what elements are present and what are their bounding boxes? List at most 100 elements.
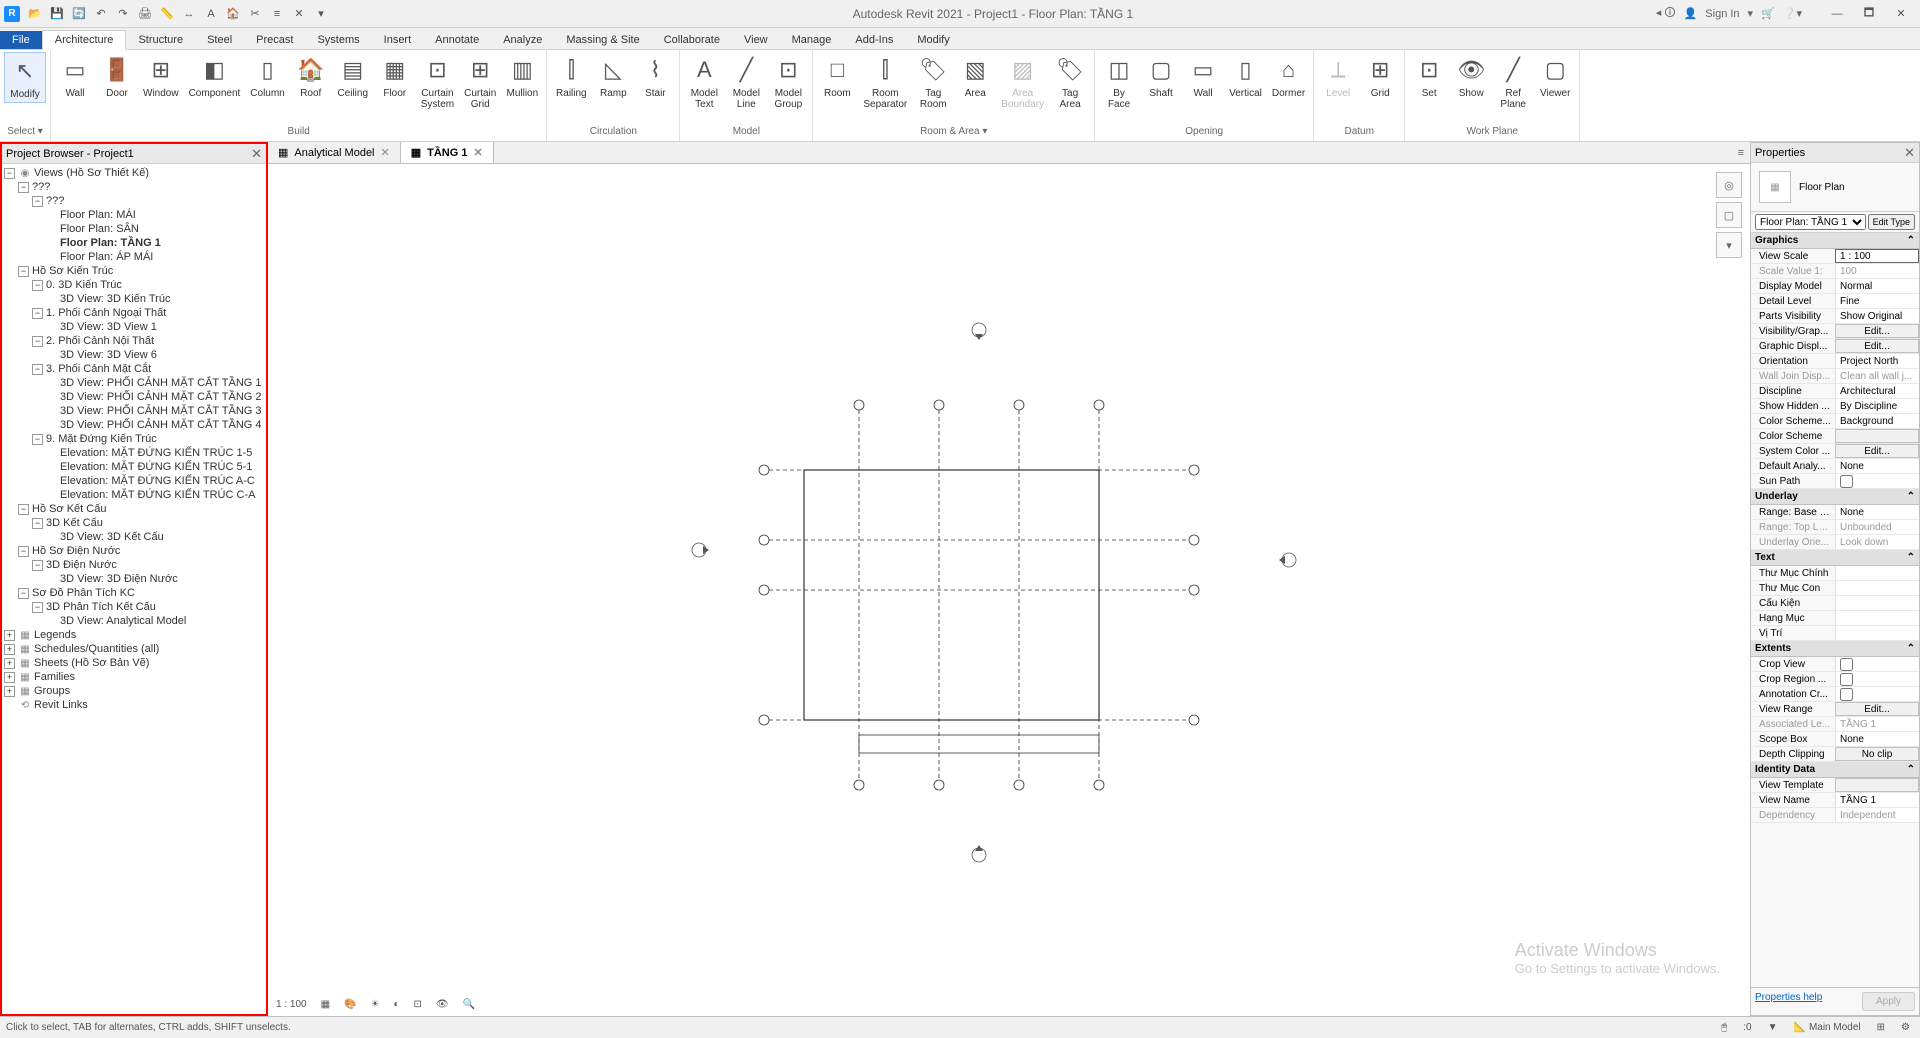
tree-item[interactable]: 3D View: 3D View 1 [4,320,264,334]
prop-group-header[interactable]: Text⌃ [1751,550,1919,566]
sign-in-link[interactable]: Sign In [1705,8,1739,20]
close-icon[interactable]: ✕ [473,146,482,159]
edit-type-button[interactable]: Edit Type [1868,214,1915,230]
collapse-icon[interactable]: ⌃ [1907,552,1915,563]
close-button[interactable]: ✕ [1886,4,1916,24]
ribbon-grid-button[interactable]: ⊞Grid [1360,52,1400,101]
prop-group-header[interactable]: Graphics⌃ [1751,233,1919,249]
qat-save-icon[interactable]: 💾 [48,5,66,23]
prop-value[interactable]: None [1835,732,1919,746]
ribbon-tab-massingsite[interactable]: Massing & Site [554,31,651,49]
ribbon-tag-area-button[interactable]: 🏷TagArea [1050,52,1090,112]
tree-item[interactable]: Floor Plan: ÁP MÁI [4,250,264,264]
prop-edit-button[interactable] [1835,778,1919,792]
ribbon-stair-button[interactable]: ⌇Stair [635,52,675,101]
ribbon-tab-addins[interactable]: Add-Ins [843,31,905,49]
prop-row[interactable]: Annotation Cr... [1751,687,1919,702]
qat-close-icon[interactable]: ✕ [290,5,308,23]
ribbon-tab-steel[interactable]: Steel [195,31,244,49]
tree-item[interactable]: Elevation: MẶT ĐỨNG KIẾN TRÚC 5-1 [4,460,264,474]
tree-item[interactable]: −3D Điện Nước [4,558,264,572]
filter-icon[interactable]: ▼ [1764,1022,1782,1033]
sun-path-icon[interactable]: ☀ [367,997,384,1012]
ribbon-tab-structure[interactable]: Structure [126,31,195,49]
nav-expand-icon[interactable]: ▾ [1716,232,1742,258]
prop-row[interactable]: View Scale1 : 100 [1751,249,1919,264]
qat-text-icon[interactable]: A [202,5,220,23]
ribbon-room-separator-button[interactable]: ⫿RoomSeparator [859,52,911,112]
qat-redo-icon[interactable]: ↷ [114,5,132,23]
close-icon[interactable]: ✕ [251,146,262,162]
prop-value[interactable] [1835,581,1919,595]
ribbon-column-button[interactable]: ▯Column [246,52,288,101]
tree-item[interactable]: 3D View: PHỐI CẢNH MẶT CẮT TẦNG 2 [4,390,264,404]
tree-toggle-icon[interactable]: − [32,518,43,529]
tree-item[interactable]: Elevation: MẶT ĐỨNG KIẾN TRÚC A-C [4,474,264,488]
prop-value[interactable]: Show Original [1835,309,1919,323]
prop-row[interactable]: Cấu Kiện [1751,596,1919,611]
prop-value[interactable] [1835,596,1919,610]
tree-item[interactable]: −1. Phối Cảnh Ngoại Thất [4,306,264,320]
tree-toggle-icon[interactable]: − [18,504,29,515]
tree-toggle-icon[interactable]: − [32,560,43,571]
tree-item[interactable]: −◉Views (Hồ Sơ Thiết Kế) [4,166,264,180]
ribbon-tab-annotate[interactable]: Annotate [423,31,491,49]
select-icon[interactable]: 🖱 [1717,1022,1731,1033]
tree-item[interactable]: ⟲Revit Links [4,698,264,712]
prop-edit-button[interactable]: Edit... [1835,339,1919,353]
ribbon-area-button[interactable]: ▧Area [955,52,995,101]
prop-row[interactable]: Hạng Mục [1751,611,1919,626]
modify-button[interactable]: ↖ Modify [4,52,46,103]
qat-3d-icon[interactable]: 🏠 [224,5,242,23]
cart-icon[interactable]: 🛒 [1761,7,1775,20]
collapse-icon[interactable]: ⌃ [1907,491,1915,502]
tree-item[interactable]: 3D View: 3D Kết Cấu [4,530,264,544]
prop-row[interactable]: Parts VisibilityShow Original [1751,309,1919,324]
apply-button[interactable]: Apply [1862,992,1915,1011]
tree-toggle-icon[interactable]: − [18,266,29,277]
instance-selector[interactable]: Floor Plan: TẦNG 1 [1755,214,1866,230]
prop-row[interactable]: OrientationProject North [1751,354,1919,369]
tree-item[interactable]: +▦Sheets (Hồ Sơ Bản Vẽ) [4,656,264,670]
ribbon-tab-collaborate[interactable]: Collaborate [652,31,732,49]
prop-checkbox[interactable] [1840,475,1853,488]
prop-row[interactable]: Color Scheme...Background [1751,414,1919,429]
ribbon-vertical-button[interactable]: ▯Vertical [1225,52,1266,101]
ribbon-curtain-system-button[interactable]: ⊡CurtainSystem [417,52,458,112]
view-tab[interactable]: ▦Analytical Model✕ [268,142,401,163]
tree-item[interactable]: 3D View: 3D Điện Nước [4,572,264,586]
tree-item[interactable]: Elevation: MẶT ĐỨNG KIẾN TRÚC C-A [4,488,264,502]
tree-item[interactable]: −??? [4,194,264,208]
tree-item[interactable]: Elevation: MẶT ĐỨNG KIẾN TRÚC 1-5 [4,446,264,460]
ribbon-tab-manage[interactable]: Manage [780,31,844,49]
ribbon-roof-button[interactable]: 🏠Roof [291,52,331,101]
prop-row[interactable]: View Template [1751,778,1919,793]
collapse-icon[interactable]: ⌃ [1907,643,1915,654]
tree-item[interactable]: +▦Legends [4,628,264,642]
tree-item[interactable]: +▦Groups [4,684,264,698]
ribbon-curtain-grid-button[interactable]: ⊞CurtainGrid [460,52,500,112]
tree-toggle-icon[interactable]: + [4,686,15,697]
prop-row[interactable]: Range: Base L...None [1751,505,1919,520]
ribbon-ceiling-button[interactable]: ▤Ceiling [333,52,373,101]
prop-value[interactable]: Fine [1835,294,1919,308]
tree-item[interactable]: −3. Phối Cảnh Mặt Cắt [4,362,264,376]
prop-group-header[interactable]: Identity Data⌃ [1751,762,1919,778]
qat-section-icon[interactable]: ✂ [246,5,264,23]
properties-body[interactable]: Graphics⌃View Scale1 : 100Scale Value 1:… [1751,233,1919,987]
model-selector[interactable]: 📐 Main Model [1789,1022,1864,1033]
close-icon[interactable]: ✕ [381,146,390,159]
ribbon-mullion-button[interactable]: ▥Mullion [502,52,542,101]
tree-item[interactable]: +▦Families [4,670,264,684]
tree-item[interactable]: 3D View: 3D View 6 [4,348,264,362]
tree-toggle-icon[interactable]: − [32,434,43,445]
prop-row[interactable]: Vị Trí [1751,626,1919,641]
view-tab[interactable]: ▦TẦNG 1✕ [401,142,494,163]
view-tabs-menu-icon[interactable]: ≡ [1732,147,1750,159]
prop-value[interactable]: By Discipline [1835,399,1919,413]
tree-toggle-icon[interactable]: − [4,168,15,179]
prop-value[interactable] [1835,566,1919,580]
canvas[interactable]: ◎ ▢ ▾ [268,164,1750,1016]
prop-checkbox[interactable] [1840,688,1853,701]
prop-value[interactable]: Architectural [1835,384,1919,398]
